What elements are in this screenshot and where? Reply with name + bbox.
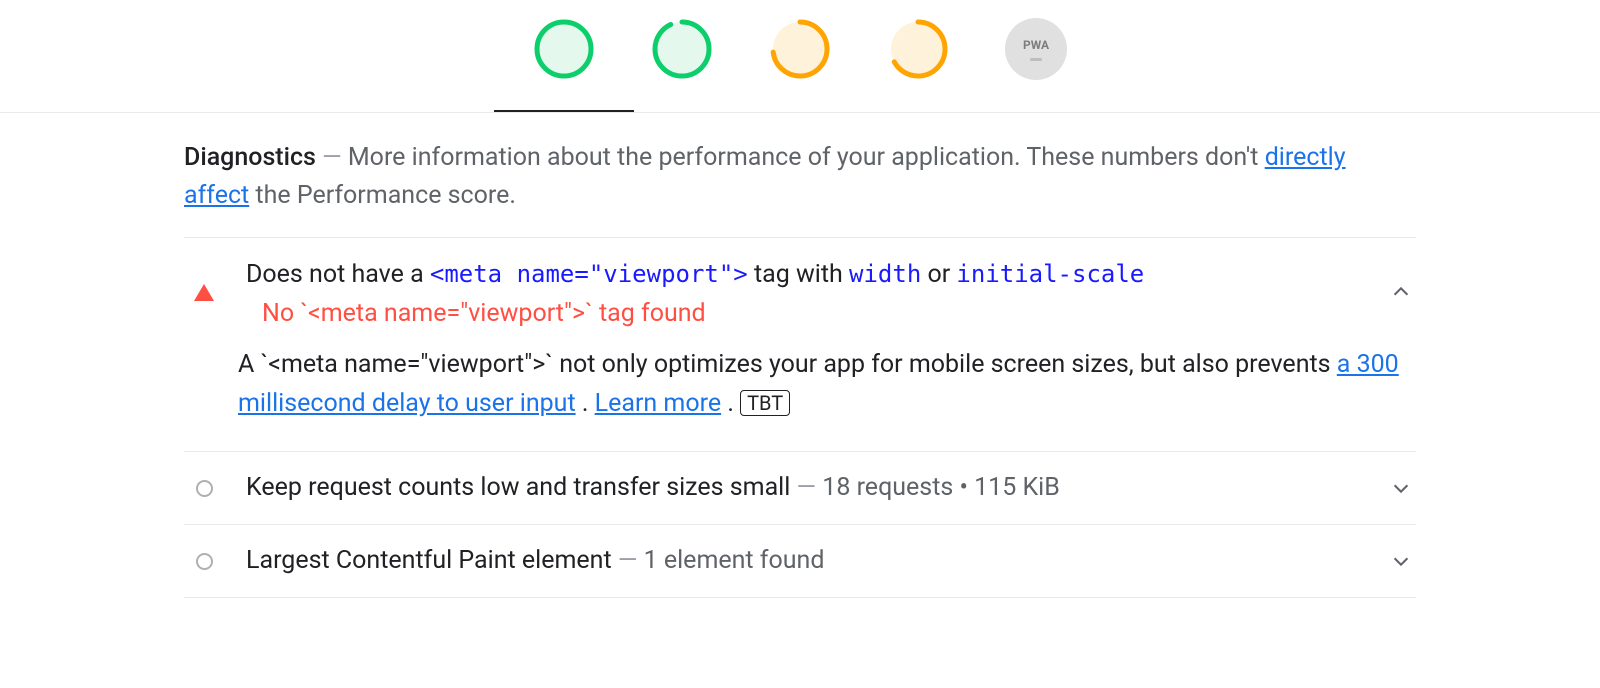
circle-info-icon [196,553,213,570]
em-dash: — [797,473,823,502]
gauge-pwa[interactable]: PWA [1005,18,1067,80]
chevron-down-icon[interactable] [1386,477,1416,499]
metric-tag: TBT [740,390,790,416]
audit-meta: 1 element found [644,546,825,575]
chevron-down-icon[interactable] [1386,550,1416,572]
audit-learn-more-link[interactable]: Learn more [595,389,721,418]
diagnostics-title: Diagnostics [184,143,316,172]
diagnostics-header: Diagnostics — More information about the… [184,139,1416,238]
audit-title-text: or [927,260,956,289]
audit-header-row[interactable]: Keep request counts low and transfer siz… [184,452,1416,524]
diagnostics-desc-prefix: More information about the performance o… [348,143,1265,172]
audit-desc-text: A `<meta name="viewport">` not only opti… [238,350,1337,379]
em-dash: — [322,143,348,172]
circle-info-icon [196,480,213,497]
code-span: <meta name="viewport"> [430,260,748,288]
gauge-best-practices[interactable]: 73 [769,18,831,80]
audit-header-row[interactable]: Does not have a <meta name="viewport"> t… [184,238,1416,346]
gauge-performance[interactable]: 99 [533,18,595,80]
audit-desc-text: . [727,389,740,418]
audit-subtitle: No `<meta name="viewport">` tag found [262,299,1364,328]
audit-title: Largest Contentful Paint element — 1 ele… [246,543,824,579]
audit-title: Keep request counts low and transfer siz… [246,470,1060,506]
active-tab-indicator [494,110,634,112]
report-body: Diagnostics — More information about the… [184,113,1416,598]
audit-description: A `<meta name="viewport">` not only opti… [184,346,1416,451]
gauge-accessibility[interactable]: 93 [651,18,713,80]
audit-requests: Keep request counts low and transfer siz… [184,452,1416,525]
audit-header-row[interactable]: Largest Contentful Paint element — 1 ele… [184,525,1416,597]
audit-desc-text: . [582,389,595,418]
em-dash: — [618,546,644,575]
chevron-up-icon[interactable] [1386,281,1416,303]
code-span: initial-scale [956,260,1144,288]
audit-title-text: Largest Contentful Paint element [246,546,612,575]
audit-title-text: Keep request counts low and transfer siz… [246,473,790,502]
audit-lcp-element: Largest Contentful Paint element — 1 ele… [184,525,1416,598]
audit-meta: 18 requests • 115 KiB [822,473,1060,502]
audit-viewport: Does not have a <meta name="viewport"> t… [184,238,1416,452]
diagnostics-desc-suffix: the Performance score. [255,181,516,210]
score-gauges: 99 93 73 67 PWA [0,0,1600,113]
audit-title: Does not have a <meta name="viewport"> t… [246,256,1364,293]
pwa-label: PWA [1023,38,1049,52]
code-span: width [849,260,921,288]
pwa-dash-icon [1030,58,1042,61]
audit-title-text: Does not have a [246,260,430,289]
triangle-fail-icon [194,284,214,301]
audit-title-text: tag with [754,260,849,289]
gauge-seo[interactable]: 67 [887,18,949,80]
